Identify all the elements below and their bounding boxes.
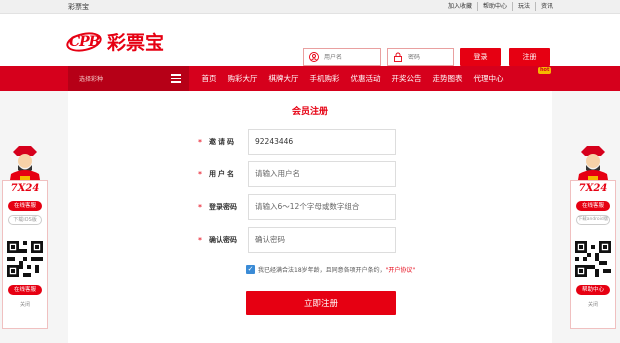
service-panel: 7X24 在线客服 下载android版 帮助中心 关闭 <box>570 180 616 329</box>
login-button[interactable]: 登录 <box>460 48 501 66</box>
register-username-input[interactable]: 请输入用户名 <box>248 161 396 187</box>
invite-input[interactable]: 92243446 <box>248 129 396 155</box>
side-widget-left: 7X24 在线客服 下载iOS版 在线客服 关闭 <box>2 144 48 329</box>
confirm-row: * 确认密码 确认密码 <box>68 227 552 253</box>
nav-promotions[interactable]: 优惠活动 <box>345 66 386 91</box>
top-link-rules[interactable]: 玩法 <box>513 2 536 11</box>
agree-checkbox[interactable]: ✓ <box>246 265 255 274</box>
confirm-password-input[interactable]: 确认密码 <box>248 227 396 253</box>
menu-icon <box>171 74 181 83</box>
invite-row: * 邀请码 92243446 <box>68 129 552 155</box>
service-panel: 7X24 在线客服 下载iOS版 在线客服 关闭 <box>2 180 48 329</box>
side-widget-right: 7X24 在线客服 下载android版 帮助中心 关闭 <box>570 144 616 329</box>
required-mark: * <box>198 170 202 179</box>
register-button[interactable]: 注册 <box>509 48 550 66</box>
agree-text: 我已经满合法18岁年龄，且同意各项开户条约， <box>258 267 386 274</box>
logo-mark: CPB <box>64 28 104 55</box>
online-service-button[interactable]: 在线客服 <box>576 201 610 211</box>
logo[interactable]: CPB 彩票宝 <box>64 28 165 55</box>
online-service-button[interactable]: 在线客服 <box>8 201 42 211</box>
top-link-news[interactable]: 资讯 <box>536 2 558 11</box>
nav-agent[interactable]: 代理中心 <box>468 66 509 91</box>
confirm-label: 确认密码 <box>209 236 237 244</box>
register-card: 会员注册 * 邀请码 92243446 * 用户名 请输入用户名 * 登录密码 … <box>68 91 552 343</box>
password-row: * 登录密码 请输入6～12个字母或数字组合 <box>68 194 552 220</box>
nav-results[interactable]: 开奖公告 <box>386 66 427 91</box>
logo-name: 彩票宝 <box>107 32 165 54</box>
download-ios-button[interactable]: 下载iOS版 <box>8 215 42 225</box>
close-button[interactable]: 关闭 <box>3 301 47 308</box>
lottery-select[interactable]: 选择彩种 <box>68 66 189 91</box>
required-mark: * <box>198 236 202 245</box>
login-form: 登录 注册 <box>303 48 550 66</box>
top-link-bookmark[interactable]: 加入收藏 <box>443 2 478 11</box>
submit-register-button[interactable]: 立即注册 <box>246 291 396 315</box>
page-title: 会员注册 <box>291 107 328 117</box>
register-password-input[interactable]: 请输入6～12个字母或数字组合 <box>248 194 396 220</box>
agreement: ✓ 我已经满合法18岁年龄，且同意各项开户条约， "开户协议" <box>246 265 415 274</box>
site-name: 彩票宝 <box>68 3 89 11</box>
username-label: 用户名 <box>209 170 236 178</box>
nav-home[interactable]: 首页 <box>196 66 222 91</box>
online-service-button-2[interactable]: 在线客服 <box>8 285 42 295</box>
help-center-button[interactable]: 帮助中心 <box>576 285 610 295</box>
invite-label: 邀请码 <box>209 138 236 146</box>
top-bar: 彩票宝 加入收藏 帮助中心 玩法 资讯 <box>0 0 620 14</box>
password-label: 登录密码 <box>209 203 237 211</box>
header: CPB 彩票宝 登录 注册 <box>0 14 620 66</box>
agreement-link[interactable]: "开户协议" <box>386 265 416 274</box>
nav-lottery-hall[interactable]: 购彩大厅 <box>222 66 263 91</box>
lottery-select-label: 选择彩种 <box>79 76 104 83</box>
hours-text: 7X24 <box>10 183 40 194</box>
required-mark: * <box>198 203 202 212</box>
qr-code-icon <box>7 241 43 277</box>
hot-badge: hot <box>538 67 552 74</box>
username-input[interactable] <box>324 53 380 61</box>
username-row: * 用户名 请输入用户名 <box>68 161 552 187</box>
nav-trends[interactable]: 走势图表 <box>427 66 468 91</box>
password-input[interactable] <box>408 53 453 61</box>
top-links: 加入收藏 帮助中心 玩法 资讯 <box>443 2 558 11</box>
hours-text: 7X24 <box>578 183 608 194</box>
password-field[interactable] <box>387 48 454 66</box>
user-icon <box>307 50 321 64</box>
nav-card-games[interactable]: 棋牌大厅 <box>263 66 304 91</box>
close-button[interactable]: 关闭 <box>571 301 615 308</box>
required-mark: * <box>198 138 202 147</box>
main-nav: 选择彩种 首页 购彩大厅 棋牌大厅 手机购彩 优惠活动 开奖公告 走势图表 代理… <box>0 66 620 91</box>
username-field[interactable] <box>303 48 381 66</box>
top-link-help[interactable]: 帮助中心 <box>478 2 513 11</box>
lock-icon <box>391 50 405 64</box>
qr-code-icon <box>575 241 611 277</box>
nav-mobile[interactable]: 手机购彩 <box>304 66 345 91</box>
download-android-button[interactable]: 下载android版 <box>576 215 610 225</box>
logo-letters: CPB <box>69 33 101 50</box>
